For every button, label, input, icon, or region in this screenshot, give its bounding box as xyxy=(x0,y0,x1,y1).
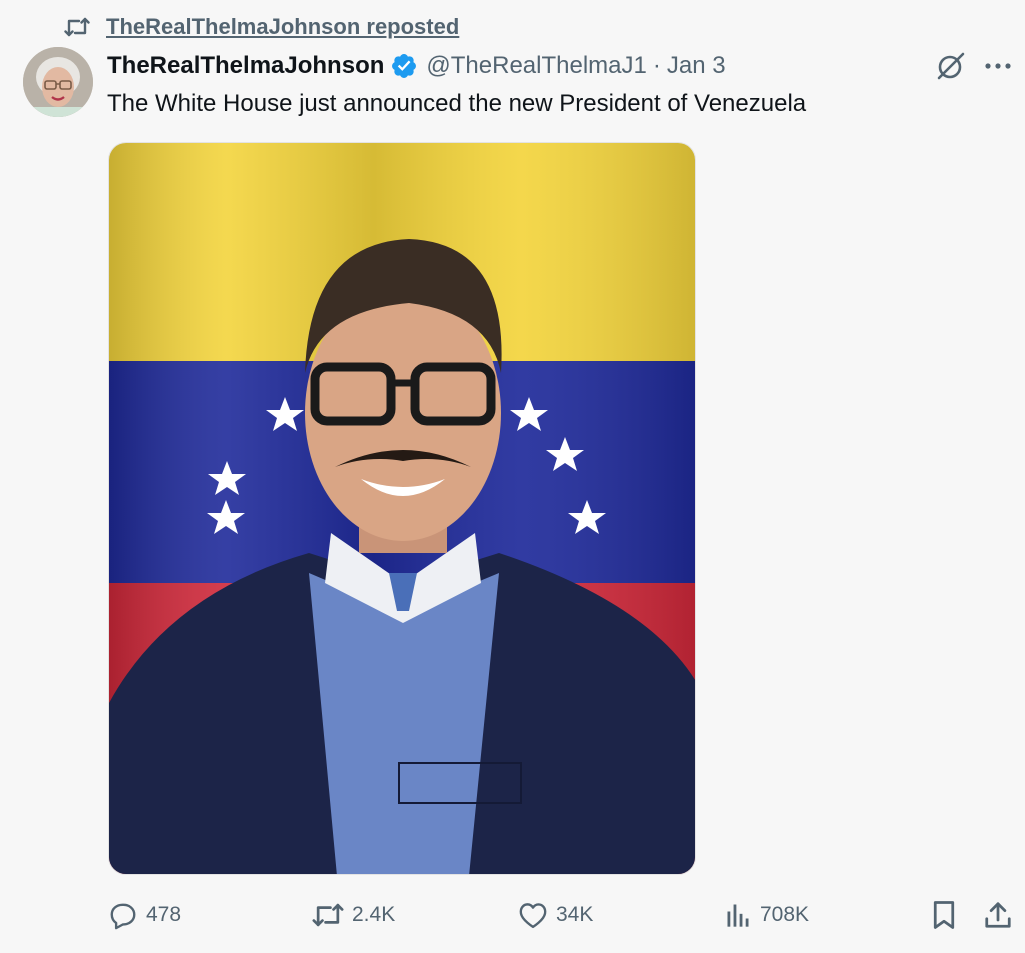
reply-button[interactable]: 478 xyxy=(108,893,181,937)
bookmark-icon xyxy=(930,900,958,930)
repost-count: 2.4K xyxy=(352,903,396,926)
share-button[interactable] xyxy=(984,893,1012,937)
display-name[interactable]: TheRealThelmaJohnson xyxy=(107,52,384,80)
views-count: 708K xyxy=(760,903,810,926)
views-button[interactable]: 708K xyxy=(724,893,809,937)
tweet[interactable]: TheRealThelmaJohnson reposted TheRealThe… xyxy=(0,0,1025,953)
analytics-icon xyxy=(724,901,752,929)
timestamp[interactable]: Jan 3 xyxy=(667,52,726,80)
handle[interactable]: @TheRealThelmaJ1 xyxy=(426,52,646,80)
bookmark-button[interactable] xyxy=(930,893,958,937)
repost-button[interactable]: 2.4K xyxy=(312,893,395,937)
reply-icon xyxy=(108,900,138,930)
repost-icon xyxy=(64,16,90,38)
like-button[interactable]: 34K xyxy=(518,893,593,937)
repost-label[interactable]: TheRealThelmaJohnson reposted xyxy=(106,14,459,40)
tweet-image[interactable] xyxy=(108,142,696,875)
avatar[interactable] xyxy=(23,47,93,117)
more-icon[interactable] xyxy=(980,50,1016,82)
separator: · xyxy=(652,52,661,79)
heart-icon xyxy=(518,901,548,929)
grok-icon[interactable] xyxy=(933,48,969,84)
share-icon xyxy=(984,900,1012,930)
action-bar: 478 2.4K 34K 708K xyxy=(0,893,1025,937)
tweet-header: TheRealThelmaJohnson @TheRealThelmaJ1 · … xyxy=(107,48,726,84)
tweet-text: The White House just announced the new P… xyxy=(107,90,807,117)
verified-badge-icon[interactable] xyxy=(390,52,418,80)
repost-indicator: TheRealThelmaJohnson reposted xyxy=(64,12,459,42)
like-count: 34K xyxy=(556,903,594,926)
repost-action-icon xyxy=(312,901,344,929)
reply-count: 478 xyxy=(146,903,182,926)
